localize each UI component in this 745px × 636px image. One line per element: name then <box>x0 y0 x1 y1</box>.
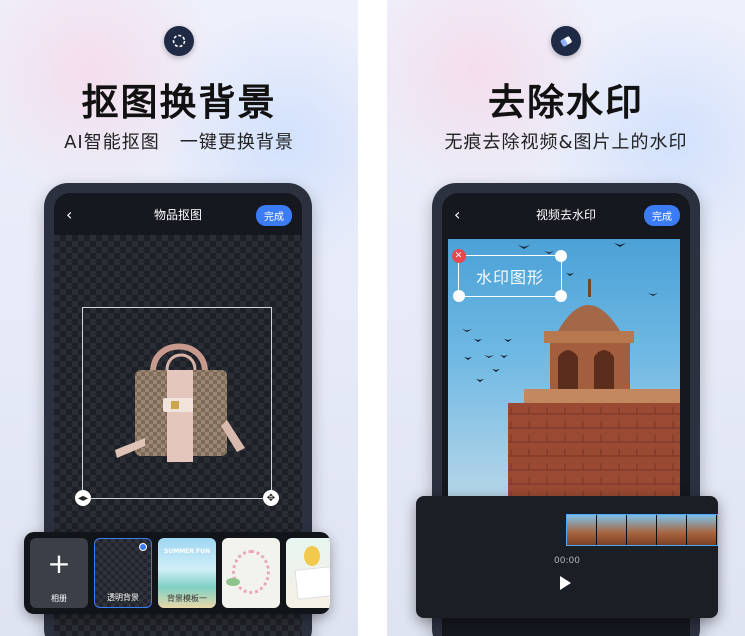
feature-title: 去除水印 <box>488 81 644 124</box>
floral-template-card[interactable] <box>222 538 280 608</box>
floral-frame <box>232 550 270 594</box>
timeline-frame <box>597 515 627 545</box>
leaf-decoration-icon <box>226 578 240 586</box>
timeline-frame <box>657 515 687 545</box>
selection-box[interactable]: ◂▸ ✥ <box>75 307 279 506</box>
beach-caption: SUMMER FUN <box>164 548 210 555</box>
beach-template-card[interactable]: SUMMER FUN 背景模板一 <box>158 538 216 608</box>
back-icon[interactable]: ‹ <box>454 205 460 224</box>
cutout-app-icon <box>164 26 194 56</box>
feature-subtitle: 无痕去除视频&图片上的水印 <box>444 132 688 153</box>
back-icon[interactable]: ‹ <box>66 205 72 224</box>
resize-handle-bottom-right[interactable] <box>555 290 567 302</box>
selected-dot-icon <box>139 543 147 551</box>
add-icon: + <box>47 547 71 580</box>
flip-handle-icon[interactable]: ◂▸ <box>75 490 91 506</box>
resize-handle-top-right[interactable] <box>555 250 567 262</box>
timeline-strip[interactable] <box>566 514 718 546</box>
watermark-text: 水印图形 <box>475 268 544 287</box>
screen-title: 视频去水印 <box>535 207 596 222</box>
timeline-frame <box>687 515 717 545</box>
move-handle-icon[interactable]: ✥ <box>263 490 279 506</box>
transparent-bg-card[interactable]: 透明背景 <box>94 538 152 608</box>
transparent-bg-label: 透明背景 <box>107 593 139 602</box>
feature-title: 抠图换背景 <box>81 81 277 124</box>
album-card[interactable]: + 相册 <box>30 538 88 608</box>
feature-subtitle: AI智能抠图 一键更换背景 <box>64 132 294 153</box>
balloon-template-card[interactable] <box>286 538 330 608</box>
screen-header: ‹ 物品抠图 完成 <box>54 193 302 235</box>
video-preview[interactable]: 水印图形 ✕ <box>448 239 680 499</box>
balloon-icon <box>304 546 320 566</box>
handbag-image <box>115 343 245 462</box>
done-button[interactable]: 完成 <box>644 205 680 226</box>
eraser-app-icon <box>551 26 581 56</box>
watermark-selection[interactable]: 水印图形 ✕ <box>452 249 567 302</box>
timeline-frame <box>567 515 597 545</box>
done-button[interactable]: 完成 <box>256 205 292 226</box>
play-icon[interactable] <box>560 576 571 590</box>
background-tray: + 相册 透明背景 SUMMER FUN 背景模板一 <box>24 532 330 614</box>
resize-handle-bottom-left[interactable] <box>453 290 465 302</box>
playback-time: 00:00 <box>554 556 580 566</box>
timeline-frame <box>627 515 657 545</box>
left-panel: 抠图换背景 AI智能抠图 一键更换背景 ‹ 物品抠图 完成 ◂▸ ✥ + 相册 … <box>0 0 358 636</box>
screen-title: 物品抠图 <box>153 207 202 222</box>
video-player: 00:00 <box>416 496 718 618</box>
beach-template-label: 背景模板一 <box>167 594 207 603</box>
remove-watermark-icon[interactable]: ✕ <box>452 249 466 263</box>
screen-header: ‹ 视频去水印 完成 <box>442 193 690 235</box>
photo-frame-icon <box>294 566 330 600</box>
album-label: 相册 <box>51 594 67 603</box>
